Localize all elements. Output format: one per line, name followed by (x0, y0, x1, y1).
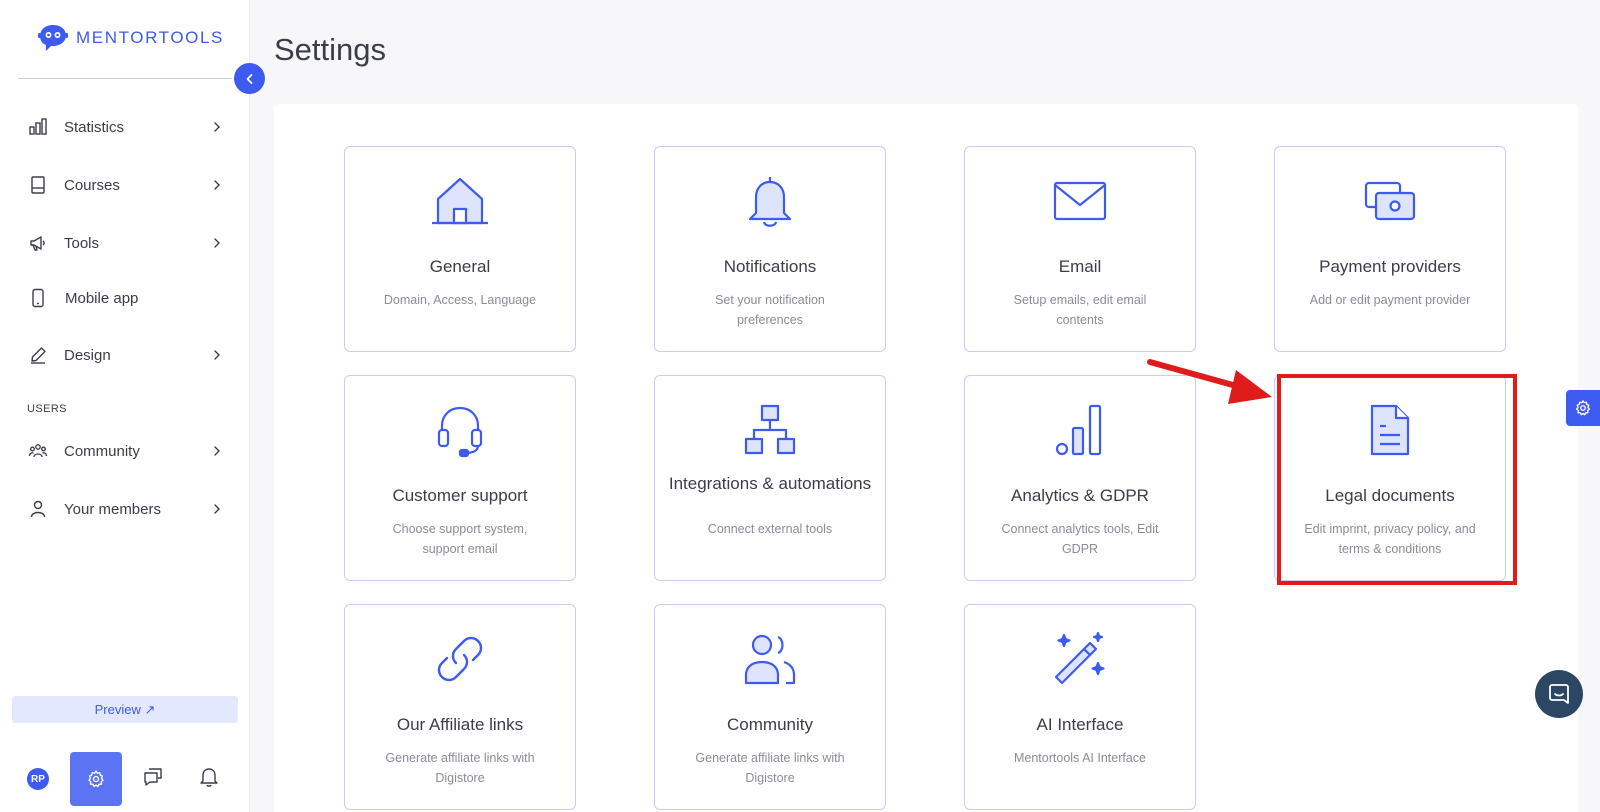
sidebar-item-label: Your members (64, 500, 161, 518)
home-icon (345, 173, 575, 229)
sidebar-item-label: Courses (64, 176, 120, 194)
sidebar-item-courses[interactable]: Courses (26, 170, 224, 200)
collapse-sidebar-button[interactable] (234, 63, 265, 94)
card-payment-providers[interactable]: Payment providers Add or edit payment pr… (1274, 146, 1506, 352)
chevron-right-icon (214, 350, 220, 360)
card-description: Choose support system, support email (392, 522, 528, 556)
hierarchy-icon (655, 402, 885, 458)
notifications-button[interactable] (199, 766, 219, 793)
card-description: Domain, Access, Language (383, 293, 537, 307)
card-title: General (429, 257, 491, 276)
gear-icon (1575, 400, 1591, 416)
card-ai-interface[interactable]: AI Interface Mentortools AI Interface (964, 604, 1196, 810)
sidebar-item-design[interactable]: Design (26, 340, 224, 370)
sidebar-item-label: Design (64, 346, 111, 364)
robot-logo-icon (38, 25, 68, 51)
bar-chart-icon (26, 115, 50, 139)
card-customer-support[interactable]: Customer support Choose support system, … (344, 375, 576, 581)
card-email[interactable]: Email Setup emails, edit email contents (964, 146, 1196, 352)
gear-icon (88, 770, 104, 788)
payment-icon (1275, 173, 1505, 229)
magic-wand-icon (965, 631, 1195, 687)
chevron-right-icon (214, 504, 220, 514)
brand-name: MENTORTOOLS (76, 28, 224, 47)
megaphone-icon (26, 231, 50, 255)
card-affiliate-links[interactable]: Our Affiliate links Generate affiliate l… (344, 604, 576, 810)
envelope-icon (965, 173, 1195, 229)
chevron-right-icon (214, 446, 220, 456)
card-community[interactable]: Community Generate affiliate links with … (654, 604, 886, 810)
user-icon (26, 497, 50, 521)
card-description: Setup emails, edit email contents (1013, 293, 1147, 327)
pencil-icon (26, 343, 50, 367)
preview-button[interactable]: Preview ↗ (12, 696, 238, 723)
sidebar-item-your-members[interactable]: Your members (26, 494, 224, 524)
sidebar-item-label: Tools (64, 234, 100, 252)
chevron-left-icon (246, 73, 252, 84)
card-title: Payment providers (1319, 257, 1461, 276)
card-description: Generate affiliate links with Digistore (385, 751, 535, 785)
sidebar-item-label: Mobile app (65, 289, 139, 307)
card-title: Notifications (723, 257, 817, 276)
card-description: Set your notification preferences (715, 293, 825, 327)
messages-button[interactable] (142, 766, 164, 793)
card-description: Mentortools AI Interface (1013, 751, 1146, 765)
sidebar-item-tools[interactable]: Tools (26, 228, 224, 258)
card-description: Connect external tools (707, 522, 833, 536)
card-title: Our Affiliate links (396, 715, 524, 734)
link-icon (345, 631, 575, 687)
card-description: Generate affiliate links with Digistore (695, 751, 845, 785)
book-icon (26, 173, 50, 197)
bell-icon (200, 768, 218, 787)
chat-icon (144, 768, 162, 786)
card-general[interactable]: General Domain, Access, Language (344, 146, 576, 352)
mobile-icon (26, 286, 50, 310)
card-title: Analytics & GDPR (1011, 486, 1149, 505)
community-icon (26, 439, 50, 463)
chat-bubble-icon (1549, 684, 1569, 704)
support-chat-button[interactable] (1535, 670, 1583, 718)
sidebar-bottom-bar: RP (0, 750, 250, 808)
users-icon (655, 631, 885, 687)
sidebar-item-label: Statistics (64, 118, 125, 136)
headset-icon (345, 402, 575, 458)
chevron-right-icon (214, 180, 220, 190)
card-title: AI Interface (1036, 715, 1124, 734)
sidebar-item-community[interactable]: Community (26, 436, 224, 466)
chevron-right-icon (214, 238, 220, 248)
card-integrations-automations[interactable]: Integrations & automations Connect exter… (654, 375, 886, 581)
brand-logo[interactable]: MENTORTOOLS (38, 24, 224, 52)
analytics-icon (965, 402, 1195, 458)
card-title: Community (727, 715, 813, 734)
card-notifications[interactable]: Notifications Set your notification pref… (654, 146, 886, 352)
sidebar-item-label: Community (64, 442, 140, 460)
settings-button[interactable] (70, 752, 122, 806)
bell-icon (655, 173, 885, 229)
card-description: Connect analytics tools, Edit GDPR (1001, 522, 1159, 556)
floating-settings-button[interactable] (1566, 390, 1600, 426)
sidebar: MENTORTOOLS Statistics Courses Tools Mob… (0, 0, 265, 812)
annotation-arrow (1147, 359, 1272, 404)
users-section-label: USERS (27, 403, 67, 415)
sidebar-item-mobile-app[interactable]: Mobile app (26, 283, 224, 313)
page-title: Settings (274, 32, 387, 67)
card-title: Email (1058, 257, 1102, 276)
chevron-right-icon (214, 122, 220, 132)
annotation-highlight-box (1277, 374, 1517, 585)
sidebar-item-statistics[interactable]: Statistics (26, 112, 224, 142)
card-title: Customer support (392, 486, 528, 505)
avatar[interactable]: RP (27, 768, 49, 790)
sidebar-divider (18, 78, 232, 79)
card-description: Add or edit payment provider (1309, 293, 1471, 307)
card-title: Integrations & automations (668, 474, 872, 493)
